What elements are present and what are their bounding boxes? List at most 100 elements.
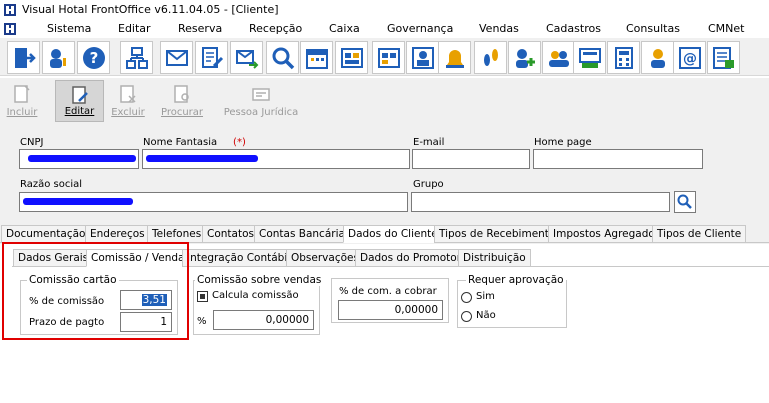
menu-cmnet[interactable]: CMNet <box>708 22 744 35</box>
subtab-distribuicao[interactable]: Distribuição <box>458 249 531 267</box>
menu-sistema[interactable]: Sistema <box>47 22 91 35</box>
search-icon <box>677 194 692 209</box>
magnifier-icon <box>272 47 295 70</box>
at-sign-icon: @ <box>679 47 701 69</box>
guest-button[interactable] <box>406 41 439 74</box>
tab-contatos[interactable]: Contatos <box>202 225 259 243</box>
email-at-button[interactable]: @ <box>673 41 706 74</box>
editar-button[interactable]: Editar <box>55 80 104 122</box>
highlight-box <box>2 242 189 340</box>
bell-icon <box>446 50 464 68</box>
excluir-button[interactable]: Excluir <box>108 80 148 122</box>
calculator-button[interactable] <box>607 41 640 74</box>
com-cobrar-label: % de com. a cobrar <box>339 286 437 297</box>
procurar-button[interactable]: Procurar <box>157 80 207 122</box>
bell-button[interactable] <box>438 41 471 74</box>
find-document-icon <box>174 85 189 103</box>
app-menu-icon[interactable] <box>4 23 16 35</box>
tab-telefones[interactable]: Telefones <box>147 225 207 243</box>
incluir-label: Incluir <box>6 107 38 118</box>
pct-symbol: % <box>197 316 207 327</box>
group-icon <box>549 51 569 67</box>
cnpj-field[interactable] <box>19 149 139 169</box>
menu-caixa[interactable]: Caixa <box>329 22 360 35</box>
svg-text:@: @ <box>683 51 697 67</box>
group-button[interactable] <box>542 41 575 74</box>
calendar-button[interactable] <box>300 41 333 74</box>
homepage-field[interactable] <box>533 149 703 169</box>
edit-document-button[interactable] <box>195 41 228 74</box>
menu-governanca[interactable]: Governança <box>387 22 453 35</box>
grupo-search-button[interactable] <box>674 191 696 213</box>
spreadsheet-button[interactable] <box>707 41 740 74</box>
redaction-mark <box>28 155 136 162</box>
company-card-icon <box>252 88 270 101</box>
mail-button[interactable] <box>160 41 193 74</box>
subtab-dados-do-promotor[interactable]: Dados do Promotor <box>355 249 467 267</box>
tab-impostos-agregados[interactable]: Impostos Agregados <box>548 225 666 243</box>
send-mail-icon <box>236 50 259 69</box>
nao-label: Não <box>476 310 496 321</box>
logout-door-button[interactable] <box>7 41 40 74</box>
email-label: E-mail <box>413 137 445 148</box>
org-chart-icon <box>126 47 148 69</box>
window-title: Visual Hotal FrontOffice v6.11.04.05 - [… <box>22 3 279 16</box>
incluir-button[interactable]: Incluir <box>2 80 42 122</box>
reservations-button[interactable] <box>372 41 405 74</box>
tab-dados-do-cliente[interactable]: Dados do Cliente <box>343 225 443 243</box>
menu-vendas[interactable]: Vendas <box>479 22 519 35</box>
sim-label: Sim <box>476 291 495 302</box>
com-cobrar-input[interactable]: 0,00000 <box>338 300 443 320</box>
rooms-button[interactable] <box>335 41 368 74</box>
razao-social-field[interactable] <box>19 192 408 212</box>
tab-documentacao[interactable]: Documentação <box>1 225 91 243</box>
search-toolbar-button[interactable] <box>266 41 299 74</box>
menu-bar: Sistema Editar Reserva Recepção Caixa Go… <box>0 20 769 38</box>
redaction-mark <box>23 198 133 205</box>
calcula-comissao-label: Calcula comissão <box>212 290 299 301</box>
edit-document-icon <box>202 47 224 68</box>
grupo-field[interactable] <box>411 192 670 212</box>
pessoa-juridica-button[interactable]: Pessoa Jurídica <box>223 80 299 122</box>
staff-button[interactable] <box>641 41 674 74</box>
calendar-icon <box>306 49 328 69</box>
nome-fantasia-label: Nome Fantasia (*) <box>143 137 246 148</box>
calculator-icon <box>615 47 633 69</box>
org-chart-button[interactable] <box>120 41 153 74</box>
grupo-label: Grupo <box>413 179 444 190</box>
calcula-comissao-checkbox[interactable] <box>197 291 208 302</box>
subtab-observacoes[interactable]: Observações <box>286 249 364 267</box>
nao-radio[interactable] <box>461 311 472 322</box>
comissao-vendas-input[interactable]: 0,00000 <box>213 310 314 330</box>
tab-tipos-de-recebimento[interactable]: Tipos de Recebimento <box>434 225 561 243</box>
menu-cadastros[interactable]: Cadastros <box>546 22 601 35</box>
tab-contas-bancarias[interactable]: Contas Bancárias <box>254 225 356 243</box>
menu-reserva[interactable]: Reserva <box>178 22 222 35</box>
required-mark: (*) <box>233 137 246 148</box>
menu-recepcao[interactable]: Recepção <box>249 22 302 35</box>
user-key-button[interactable] <box>42 41 75 74</box>
rooms-icon <box>341 48 363 68</box>
new-document-icon <box>14 85 30 103</box>
cash-register-button[interactable] <box>573 41 606 74</box>
reservations-icon <box>378 48 400 68</box>
housekeeping-button[interactable] <box>474 41 507 74</box>
send-mail-button[interactable] <box>230 41 263 74</box>
menu-editar[interactable]: Editar <box>118 22 151 35</box>
tab-enderecos[interactable]: Endereços <box>85 225 150 243</box>
add-user-icon <box>516 49 535 68</box>
menu-consultas[interactable]: Consultas <box>626 22 680 35</box>
command-bar: Incluir Editar Excluir Procurar Pessoa J… <box>0 78 769 124</box>
spreadsheet-icon <box>713 47 734 69</box>
email-field[interactable] <box>412 149 530 169</box>
add-user-button[interactable] <box>508 41 541 74</box>
subtab-integracao-contabil[interactable]: Integração Contábil <box>182 249 296 267</box>
sim-radio[interactable] <box>461 292 472 303</box>
aprovacao-group <box>457 280 567 328</box>
nome-fantasia-field[interactable] <box>142 149 410 169</box>
cash-register-icon <box>579 48 601 68</box>
main-tab-row: Documentação Endereços Telefones Contato… <box>0 225 769 243</box>
tab-tipos-de-cliente[interactable]: Tipos de Cliente <box>652 225 747 243</box>
excluir-label: Excluir <box>111 107 145 118</box>
help-button[interactable]: ? <box>77 41 110 74</box>
